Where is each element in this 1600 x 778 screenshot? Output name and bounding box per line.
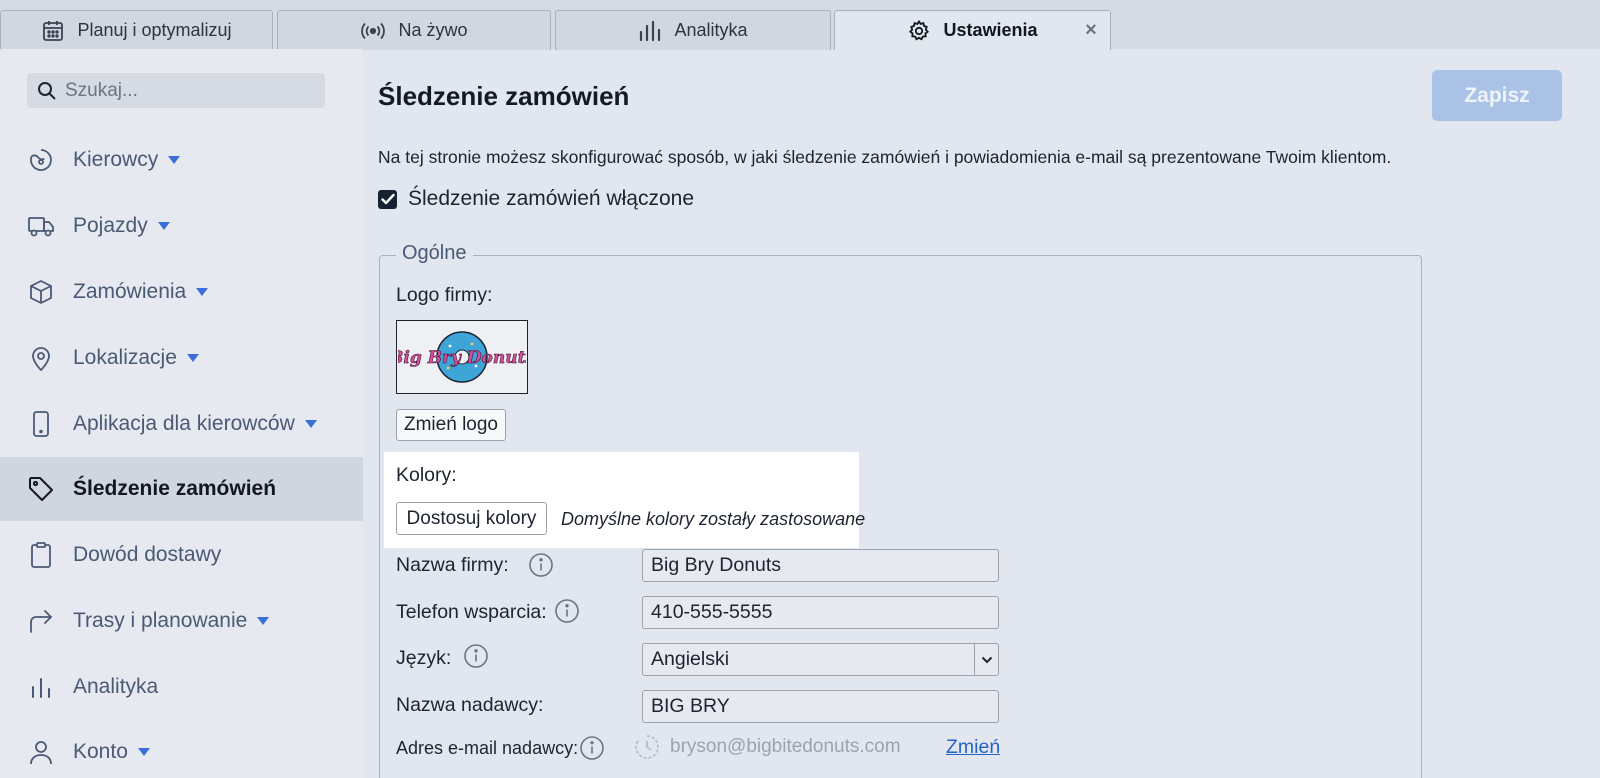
company-name-input[interactable] — [642, 549, 999, 582]
save-button[interactable]: Zapisz — [1432, 70, 1562, 121]
company-logo-label: Logo firmy: — [396, 284, 493, 306]
customize-colors-button[interactable]: Dostosuj kolory — [396, 502, 547, 535]
close-tab-icon[interactable]: × — [1080, 19, 1102, 41]
general-legend: Ogólne — [396, 242, 473, 265]
search-input[interactable] — [65, 79, 305, 102]
chevron-down-icon — [257, 617, 270, 625]
chevron-down-icon — [974, 644, 998, 675]
tab-label: Planuj i optymalizuj — [77, 20, 232, 40]
support-phone-input[interactable] — [642, 596, 999, 629]
tab-label: Analityka — [674, 20, 748, 40]
sidebar-item-label: Konto — [73, 740, 128, 763]
colors-panel: Kolory: Dostosuj kolory Domyślne kolory … — [384, 452, 865, 548]
gear-icon — [907, 19, 931, 43]
tab-live[interactable]: Na żywo — [277, 10, 551, 50]
chevron-down-icon — [168, 156, 181, 164]
chevron-down-icon — [304, 420, 317, 428]
bar-chart-icon — [27, 673, 55, 701]
info-icon[interactable] — [528, 552, 554, 578]
company-name-label: Nazwa firmy: — [396, 554, 509, 576]
user-icon — [27, 738, 55, 766]
sender-email-value: bryson@bigbitedonuts.com — [670, 736, 901, 757]
info-icon[interactable] — [579, 735, 605, 761]
broadcast-icon — [360, 20, 386, 42]
sidebar-item-routes-planning[interactable]: Trasy i planowanie — [0, 589, 363, 653]
steering-wheel-icon — [27, 146, 55, 174]
sidebar-item-drivers[interactable]: Kierowcy — [0, 128, 363, 192]
chevron-down-icon — [137, 748, 150, 756]
info-icon[interactable] — [554, 598, 580, 624]
chevron-down-icon — [186, 354, 199, 362]
colors-status-note: Domyślne kolory zostały zastosowane — [561, 509, 866, 529]
sidebar-item-account[interactable]: Konto — [0, 720, 363, 778]
sidebar-item-vehicles[interactable]: Pojazdy — [0, 194, 363, 258]
page-description: Na tej stronie możesz skonfigurować spos… — [378, 147, 1392, 167]
search-box[interactable] — [27, 73, 325, 108]
clock-pending-icon — [634, 734, 660, 760]
sender-email-label: Adres e-mail nadawcy: — [396, 738, 579, 758]
sidebar-item-label: Aplikacja dla kierowców — [73, 412, 295, 435]
sidebar-item-driver-app[interactable]: Aplikacja dla kierowców — [0, 392, 363, 456]
general-fieldset: Ogólne Logo firmy: Big Bry Donuts Zmień … — [379, 242, 1422, 778]
phone-icon — [27, 410, 55, 438]
clipboard-icon — [27, 541, 55, 569]
sidebar: Kierowcy Pojazdy Zamówienia Lokalizacje — [0, 49, 363, 778]
search-icon — [37, 81, 57, 101]
tracking-enabled-label: Śledzenie zamówień włączone — [408, 187, 694, 210]
tab-plan-optimize[interactable]: Planuj i optymalizuj — [0, 10, 273, 50]
route-arrow-icon — [27, 607, 55, 635]
tracking-enabled-checkbox[interactable] — [378, 189, 397, 209]
tab-settings[interactable]: Ustawienia × — [834, 10, 1111, 50]
change-logo-button[interactable]: Zmień logo — [396, 409, 506, 441]
tag-icon — [27, 475, 55, 503]
colors-label: Kolory: — [396, 464, 457, 486]
package-icon — [27, 278, 55, 306]
main-content: Śledzenie zamówień Zapisz Na tej stronie… — [363, 49, 1600, 778]
page-title: Śledzenie zamówień — [378, 81, 630, 111]
sidebar-item-label: Analityka — [73, 675, 159, 698]
sidebar-item-label: Śledzenie zamówień — [73, 477, 277, 500]
map-pin-icon — [27, 344, 55, 372]
sidebar-item-label: Trasy i planowanie — [73, 609, 248, 632]
change-email-link[interactable]: Zmień — [946, 736, 1000, 759]
support-phone-label: Telefon wsparcia: — [396, 601, 547, 623]
bar-chart-icon — [638, 20, 662, 42]
sidebar-item-label: Lokalizacje — [73, 346, 177, 369]
tab-analytics[interactable]: Analityka — [555, 10, 831, 50]
sidebar-item-orders[interactable]: Zamówienia — [0, 260, 363, 324]
sidebar-item-locations[interactable]: Lokalizacje — [0, 326, 363, 390]
tab-label: Na żywo — [398, 20, 468, 40]
sidebar-item-proof-of-delivery[interactable]: Dowód dostawy — [0, 523, 363, 587]
sender-name-label: Nazwa nadawcy: — [396, 694, 544, 716]
chevron-down-icon — [196, 288, 209, 296]
tab-bar: Planuj i optymalizuj Na żywo Analityka U… — [0, 0, 1600, 50]
sidebar-item-order-tracking[interactable]: Śledzenie zamówień — [0, 457, 363, 521]
sidebar-item-label: Zamówienia — [73, 280, 187, 303]
sender-email-row: bryson@bigbitedonuts.com — [634, 734, 901, 760]
language-selected-value: Angielski — [651, 648, 730, 670]
company-logo-image: Big Bry Donuts — [396, 320, 528, 394]
tracking-enabled-row: Śledzenie zamówień włączone — [378, 187, 694, 211]
sidebar-item-label: Kierowcy — [73, 148, 159, 171]
tab-label: Ustawienia — [943, 20, 1038, 40]
language-label: Język: — [396, 647, 452, 669]
language-select[interactable]: Angielski — [642, 643, 999, 676]
sidebar-item-label: Dowód dostawy — [73, 543, 222, 566]
sidebar-item-label: Pojazdy — [73, 214, 148, 237]
truck-icon — [27, 212, 55, 240]
chevron-down-icon — [157, 222, 170, 230]
calendar-icon — [41, 19, 65, 43]
sidebar-item-analytics[interactable]: Analityka — [0, 655, 363, 719]
sender-name-input[interactable] — [642, 690, 999, 723]
logo-text: Big Bry Donuts — [398, 348, 526, 368]
info-icon[interactable] — [463, 643, 489, 669]
